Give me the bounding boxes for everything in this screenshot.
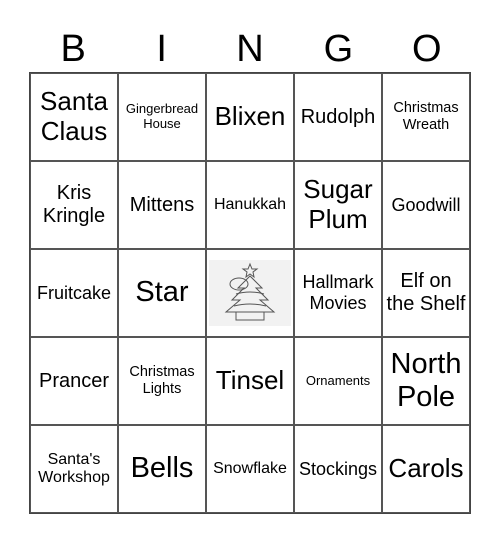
- bingo-cell[interactable]: Rudolph: [294, 73, 382, 161]
- bingo-cell[interactable]: Hallmark Movies: [294, 249, 382, 337]
- cell-text: Star: [135, 276, 189, 309]
- bingo-cell[interactable]: Blixen: [206, 73, 294, 161]
- bingo-cell[interactable]: Tinsel: [206, 337, 294, 425]
- bingo-cell[interactable]: North Pole: [382, 337, 470, 425]
- cell-text: Rudolph: [300, 105, 376, 128]
- bingo-cell[interactable]: Star: [118, 249, 206, 337]
- header-letter-g: G: [323, 28, 354, 70]
- cell-text: Sugar Plum: [303, 174, 373, 234]
- cell-text: Ornaments: [305, 372, 371, 388]
- header-letter-n: N: [236, 28, 264, 70]
- cell-text: Prancer: [38, 369, 110, 392]
- bingo-card-grid: Santa Claus Gingerbread House Blixen Rudolp…: [29, 72, 471, 514]
- cell-text: Mittens: [129, 193, 195, 216]
- header-letter-i: I: [156, 28, 167, 70]
- bingo-header: B I N G O: [29, 26, 471, 72]
- bingo-cell[interactable]: Kris Kringle: [30, 161, 118, 249]
- cell-text: Stockings: [298, 458, 378, 479]
- cell-text: Snowflake: [213, 459, 287, 477]
- bingo-cell[interactable]: Stockings: [294, 425, 382, 513]
- cell-text: Bells: [130, 452, 194, 485]
- free-space-cell[interactable]: [206, 249, 294, 337]
- cell-text: Tinsel: [215, 365, 285, 396]
- cell-text: Hallmark Movies: [302, 272, 374, 313]
- bingo-cell[interactable]: Santa Claus: [30, 73, 118, 161]
- cell-text: North Pole: [390, 347, 462, 413]
- bingo-cell[interactable]: Christmas Wreath: [382, 73, 470, 161]
- cell-text: Kris Kringle: [42, 182, 106, 227]
- cell-text: Hanukkah: [213, 195, 287, 213]
- bingo-cell[interactable]: Goodwill: [382, 161, 470, 249]
- header-letter-b: B: [60, 28, 86, 70]
- cell-text: Gingerbread House: [125, 101, 199, 131]
- bingo-cell[interactable]: Mittens: [118, 161, 206, 249]
- bingo-cell[interactable]: Prancer: [30, 337, 118, 425]
- bingo-cell[interactable]: Hanukkah: [206, 161, 294, 249]
- cell-text: Carols: [388, 453, 464, 484]
- cell-text: Blixen: [214, 101, 286, 132]
- bingo-cell[interactable]: Bells: [118, 425, 206, 513]
- bingo-cell[interactable]: Carols: [382, 425, 470, 513]
- bingo-cell[interactable]: Santa's Workshop: [30, 425, 118, 513]
- header-letter-o: O: [412, 28, 442, 70]
- bingo-cell[interactable]: Sugar Plum: [294, 161, 382, 249]
- cell-text: Christmas Wreath: [393, 100, 459, 133]
- bingo-cell[interactable]: Fruitcake: [30, 249, 118, 337]
- bingo-cell[interactable]: Snowflake: [206, 425, 294, 513]
- bingo-cell[interactable]: Christmas Lights: [118, 337, 206, 425]
- cell-text: Santa's Workshop: [38, 450, 110, 486]
- bingo-cell[interactable]: Ornaments: [294, 337, 382, 425]
- cell-text: Santa Claus: [40, 86, 108, 146]
- christmas-tree-icon: [209, 260, 291, 326]
- cell-text: Fruitcake: [36, 282, 112, 303]
- cell-text: Elf on the Shelf: [386, 270, 466, 315]
- bingo-cell[interactable]: Gingerbread House: [118, 73, 206, 161]
- cell-text: Goodwill: [391, 194, 461, 215]
- bingo-cell[interactable]: Elf on the Shelf: [382, 249, 470, 337]
- cell-text: Christmas Lights: [129, 364, 195, 397]
